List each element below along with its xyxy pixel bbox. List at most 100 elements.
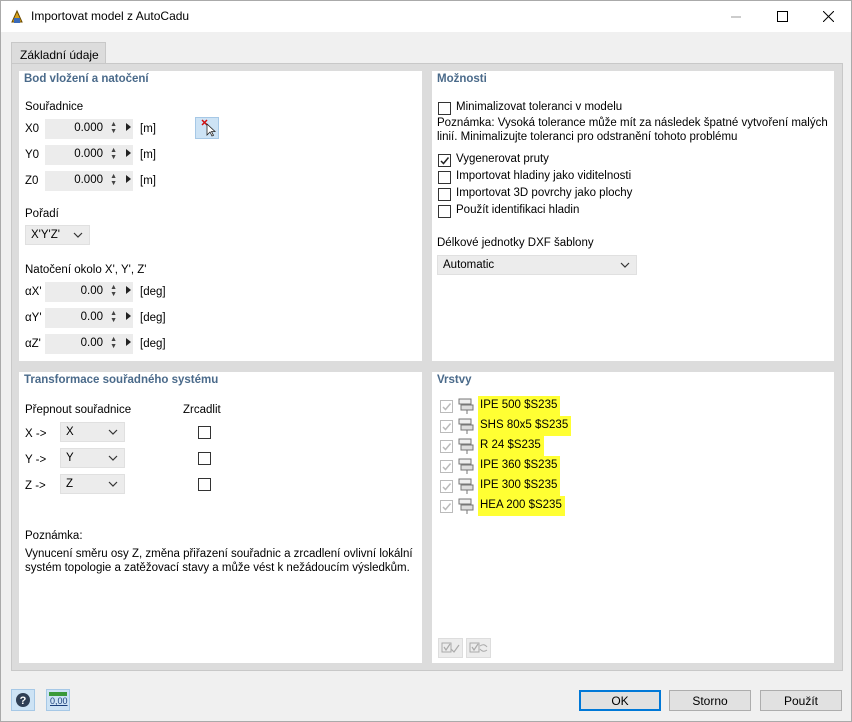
close-button[interactable] — [805, 1, 851, 32]
cancel-button[interactable]: Storno — [669, 690, 751, 711]
alpha-x-value: 0.00 — [80, 285, 103, 297]
layer-row[interactable]: HEA 200 $S235 — [438, 496, 578, 516]
chevron-down-icon — [108, 481, 118, 487]
arrow-right-icon[interactable] — [126, 338, 131, 346]
import-3d-checkbox[interactable] — [438, 188, 451, 201]
chevron-down-icon — [620, 262, 630, 268]
alpha-z-value: 0.00 — [80, 337, 103, 349]
order-label: Pořadí — [25, 208, 59, 220]
layer-checkbox[interactable] — [440, 480, 453, 493]
layer-row[interactable]: R 24 $S235 — [438, 436, 578, 456]
dxf-units-label: Délkové jednotky DXF šablony — [437, 237, 594, 249]
dxf-units-select[interactable]: Automatic — [437, 255, 637, 275]
z-switch-select[interactable]: Z — [60, 474, 125, 494]
layer-icon — [458, 498, 474, 514]
layer-checkbox[interactable] — [440, 420, 453, 433]
chevron-down-icon — [108, 455, 118, 461]
layer-checkbox[interactable] — [440, 500, 453, 513]
insertion-panel: Bod vložení a natočení Souřadnice X0 0.0… — [19, 71, 422, 361]
order-select[interactable]: X'Y'Z' — [25, 225, 90, 245]
z0-value: 0.000 — [74, 174, 103, 186]
layers-panel-title: Vrstvy — [437, 374, 472, 386]
alpha-z-input[interactable]: 0.00 ▲ ▼ — [45, 334, 133, 354]
apply-button[interactable]: Použít — [760, 690, 842, 711]
alpha-z-unit: [deg] — [140, 338, 166, 350]
layer-row[interactable]: IPE 500 $S235 — [438, 396, 578, 416]
arrow-right-icon[interactable] — [126, 123, 131, 131]
coordinates-label: Souřadnice — [25, 101, 84, 113]
x-switch-select[interactable]: X — [60, 422, 125, 442]
use-layer-id-checkbox[interactable] — [438, 205, 451, 218]
x0-input[interactable]: 0.000 ▲ ▼ — [45, 119, 133, 139]
check-icon — [442, 423, 452, 431]
import-layers-label: Importovat hladiny jako viditelnosti — [456, 170, 632, 182]
layer-row[interactable]: SHS 80x5 $S235 — [438, 416, 578, 436]
ok-button[interactable]: OK — [579, 690, 661, 711]
alpha-y-label: αY' — [25, 312, 42, 324]
y0-value: 0.000 — [74, 148, 103, 160]
use-layer-id-label: Použít identifikaci hladin — [456, 204, 580, 216]
layer-checkbox[interactable] — [440, 400, 453, 413]
maximize-button[interactable] — [759, 1, 805, 32]
spin-arrows-icon[interactable]: ▲ ▼ — [110, 173, 117, 187]
pick-point-button[interactable] — [195, 117, 219, 139]
invert-layers-button[interactable] — [466, 638, 491, 658]
mirror-label: Zrcadlit — [183, 404, 221, 416]
check-icon — [442, 503, 452, 511]
check-icon — [442, 483, 452, 491]
minimize-tolerance-label: Minimalizovat toleranci v modelu — [456, 101, 623, 113]
app-icon — [11, 9, 23, 23]
arrow-right-icon[interactable] — [126, 149, 131, 157]
window-title: Importovat model z AutoCadu — [31, 9, 190, 23]
alpha-y-input[interactable]: 0.00 ▲ ▼ — [45, 308, 133, 328]
mirror-z-checkbox[interactable] — [198, 478, 211, 491]
arrow-right-icon[interactable] — [126, 286, 131, 294]
units-button[interactable]: 0,00 — [46, 689, 70, 711]
order-value: X'Y'Z' — [31, 229, 60, 241]
transform-panel: Transformace souřadného systému Přepnout… — [19, 372, 422, 663]
layer-row[interactable]: IPE 360 $S235 — [438, 456, 578, 476]
x0-value: 0.000 — [74, 122, 103, 134]
y-switch-value: Y — [66, 452, 74, 464]
spin-arrows-icon[interactable]: ▲ ▼ — [110, 310, 117, 324]
y0-input[interactable]: 0.000 ▲ ▼ — [45, 145, 133, 165]
y-switch-select[interactable]: Y — [60, 448, 125, 468]
insertion-panel-title: Bod vložení a natočení — [24, 73, 149, 85]
z0-label: Z0 — [25, 175, 39, 187]
layer-row[interactable]: IPE 300 $S235 — [438, 476, 578, 496]
import-layers-checkbox[interactable] — [438, 171, 451, 184]
layer-checkbox[interactable] — [440, 440, 453, 453]
transform-note-title: Poznámka: — [25, 530, 83, 542]
layer-name: IPE 360 $S235 — [478, 456, 561, 476]
spin-arrows-icon[interactable]: ▲ ▼ — [110, 121, 117, 135]
tab-content: Bod vložení a natočení Souřadnice X0 0.0… — [11, 63, 843, 671]
generate-members-checkbox[interactable] — [438, 154, 451, 167]
layer-checkbox[interactable] — [440, 460, 453, 473]
layer-icon — [458, 398, 474, 414]
select-all-layers-button[interactable] — [438, 638, 463, 658]
x0-unit: [m] — [140, 123, 156, 135]
import-dialog: Importovat model z AutoCadu Základní úda… — [0, 0, 852, 722]
alpha-x-input[interactable]: 0.00 ▲ ▼ — [45, 282, 133, 302]
close-icon — [822, 11, 834, 22]
mirror-x-checkbox[interactable] — [198, 426, 211, 439]
z0-input[interactable]: 0.000 ▲ ▼ — [45, 171, 133, 191]
spin-arrows-icon[interactable]: ▲ ▼ — [110, 284, 117, 298]
minimize-tolerance-checkbox[interactable] — [438, 102, 451, 115]
arrow-right-icon[interactable] — [126, 175, 131, 183]
layer-icon — [458, 478, 474, 494]
spin-arrows-icon[interactable]: ▲ ▼ — [110, 336, 117, 350]
help-button[interactable]: ? — [11, 689, 35, 711]
z0-unit: [m] — [140, 175, 156, 187]
import-3d-label: Importovat 3D povrchy jako plochy — [456, 187, 633, 199]
mirror-y-checkbox[interactable] — [198, 452, 211, 465]
svg-text:?: ? — [20, 695, 27, 707]
switch-coords-label: Přepnout souřadnice — [25, 404, 132, 416]
spin-arrows-icon[interactable]: ▲ ▼ — [110, 147, 117, 161]
tab-basic-data[interactable]: Základní údaje — [11, 42, 106, 64]
layer-name: R 24 $S235 — [478, 436, 544, 456]
minimize-button[interactable] — [713, 1, 759, 32]
layer-icon — [458, 458, 474, 474]
check-icon — [440, 157, 450, 165]
arrow-right-icon[interactable] — [126, 312, 131, 320]
